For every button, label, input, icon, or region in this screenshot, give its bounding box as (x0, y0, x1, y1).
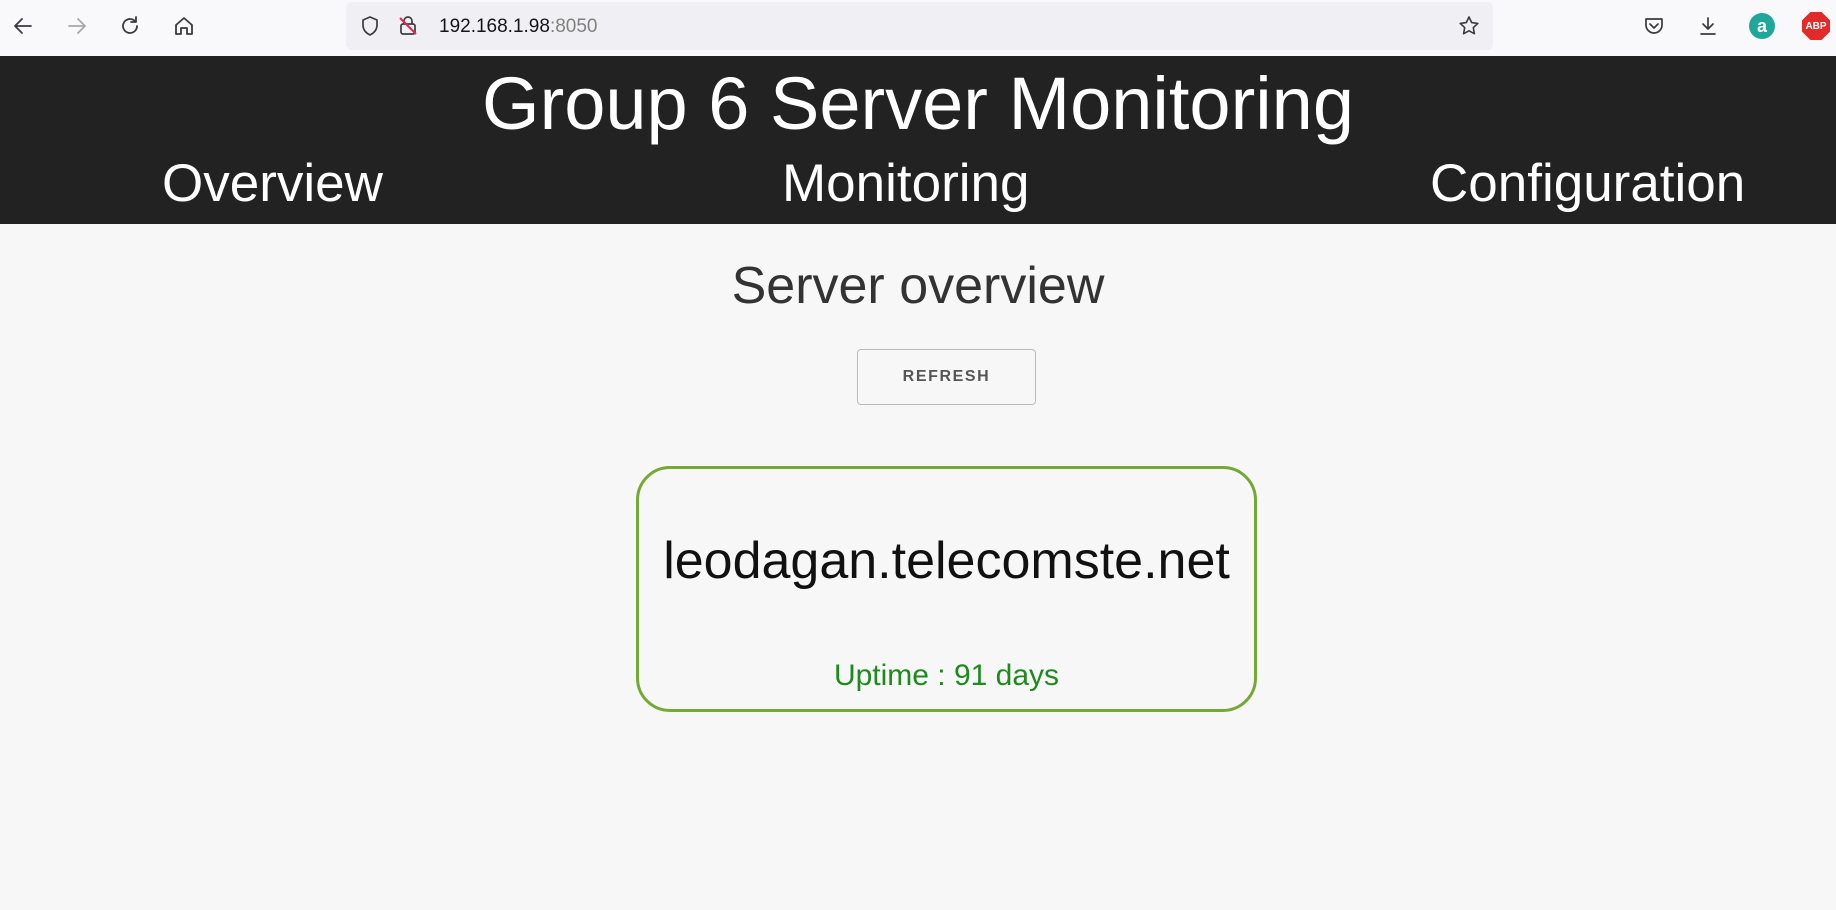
nav-configuration[interactable]: Configuration (1430, 154, 1745, 214)
url-bar[interactable]: 192.168.1.98:8050 (346, 2, 1493, 50)
browser-toolbar: 192.168.1.98:8050 a ABP (0, 0, 1836, 56)
server-card: leodagan.telecomste.net Uptime : 91 days (636, 466, 1257, 712)
download-icon (1700, 17, 1716, 35)
site-header: Group 6 Server Monitoring Overview Monit… (0, 56, 1836, 224)
home-icon (175, 17, 193, 35)
url-host: 192.168.1.98 (439, 16, 550, 37)
forward-arrow-icon (68, 18, 86, 34)
url-text[interactable]: 192.168.1.98:8050 (439, 16, 598, 38)
refresh-button[interactable]: REFRESH (857, 349, 1036, 405)
reload-button[interactable] (114, 10, 146, 42)
server-uptime: Uptime : 91 days (833, 659, 1060, 692)
pocket-icon (1645, 18, 1663, 34)
forward-button[interactable] (61, 10, 93, 42)
home-button[interactable] (168, 10, 200, 42)
adblock-plus-icon: ABP (1802, 12, 1830, 40)
site-title: Group 6 Server Monitoring (482, 62, 1354, 145)
downloads-button[interactable] (1692, 10, 1724, 42)
back-arrow-icon (14, 18, 32, 34)
page-title: Server overview (731, 257, 1105, 315)
back-button[interactable] (7, 10, 39, 42)
adblock-plus-button[interactable]: ABP (1800, 10, 1832, 42)
amazon-extension-icon: a (1749, 13, 1775, 39)
server-hostname: leodagan.telecomste.net (663, 532, 1230, 590)
pocket-button[interactable] (1638, 10, 1670, 42)
nav-overview[interactable]: Overview (162, 154, 383, 214)
amazon-extension-button[interactable]: a (1746, 10, 1778, 42)
nav-monitoring[interactable]: Monitoring (782, 154, 1029, 214)
url-port: :8050 (549, 16, 598, 37)
insecure-lock-icon[interactable] (396, 14, 420, 38)
tracking-protection-shield-icon[interactable] (358, 14, 382, 38)
bookmark-star-icon[interactable] (1457, 14, 1481, 38)
reload-icon (122, 16, 138, 34)
